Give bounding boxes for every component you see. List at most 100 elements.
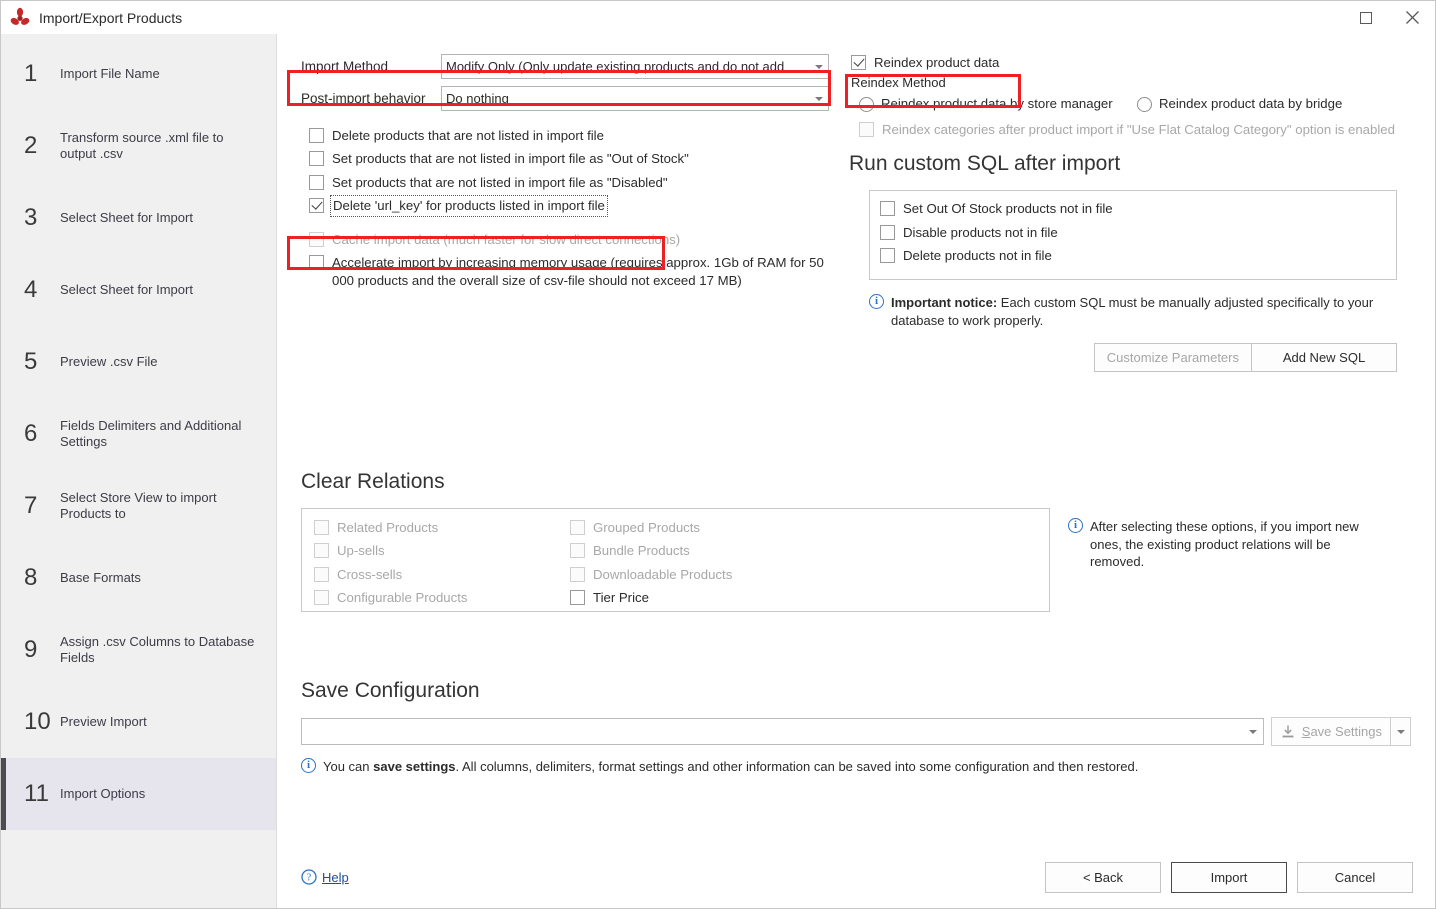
chevron-down-icon[interactable] xyxy=(1243,729,1263,734)
reindex-method-label: Reindex Method xyxy=(851,75,946,91)
save-settings-button[interactable]: Save Settings xyxy=(1270,717,1391,746)
close-button[interactable] xyxy=(1389,1,1435,34)
window-controls xyxy=(1343,1,1435,34)
import-method-label: Import Method xyxy=(301,59,389,74)
checkbox[interactable] xyxy=(880,201,895,217)
option-delete-url-key[interactable]: Delete 'url_key' for products listed in … xyxy=(309,195,846,217)
sidebar-item-select-sheet-for-import-2[interactable]: 4 Select Sheet for Import xyxy=(1,254,276,326)
checkbox xyxy=(314,520,329,535)
sidebar-item-import-file-name[interactable]: 1 Import File Name xyxy=(1,38,276,110)
sidebar-item-select-store-view[interactable]: 7 Select Store View to import Products t… xyxy=(1,470,276,542)
import-method-select[interactable]: Modify Only (Only update existing produc… xyxy=(441,54,829,79)
radio-label: Reindex product data by bridge xyxy=(1159,96,1343,112)
radio-button[interactable] xyxy=(1137,96,1152,112)
sql-option-delete-products[interactable]: Delete products not in file xyxy=(880,247,1386,264)
save-settings-dropdown-button[interactable] xyxy=(1391,717,1411,746)
clear-relations-notice: i After selecting these options, if you … xyxy=(1068,518,1388,571)
sidebar-item-select-sheet-for-import-1[interactable]: 3 Select Sheet for Import xyxy=(1,182,276,254)
custom-sql-buttons: Customize Parameters Add New SQL xyxy=(869,343,1397,373)
run-custom-sql-title: Run custom SQL after import xyxy=(849,152,1121,176)
close-icon xyxy=(1405,11,1419,24)
add-new-sql-button[interactable]: Add New SQL xyxy=(1251,343,1397,373)
title-bar: Import/Export Products xyxy=(1,1,1435,34)
save-settings-notice: i You can save settings. All columns, de… xyxy=(301,758,1411,776)
sidebar-item-base-formats[interactable]: 8 Base Formats xyxy=(1,542,276,614)
radio-reindex-by-store-manager[interactable]: Reindex product data by store manager xyxy=(859,95,1137,112)
maximize-button[interactable] xyxy=(1343,1,1389,34)
checkbox xyxy=(570,543,585,559)
option-label: Delete products not in file xyxy=(903,248,1052,264)
option-reindex-product-data[interactable]: Reindex product data xyxy=(851,54,1417,71)
radio-button[interactable] xyxy=(859,96,874,112)
checkbox[interactable] xyxy=(570,590,585,606)
custom-sql-panel: Set Out Of Stock products not in file Di… xyxy=(869,190,1397,281)
checkbox[interactable] xyxy=(309,128,324,143)
sql-option-disable-products[interactable]: Disable products not in file xyxy=(880,224,1386,241)
option-delete-products-not-listed[interactable]: Delete products that are not listed in i… xyxy=(309,127,846,144)
import-options-checkbox-group: Delete products that are not listed in i… xyxy=(309,127,846,289)
option-accelerate-import[interactable]: Accelerate import by increasing memory u… xyxy=(309,254,829,289)
option-label: Set products that are not listed in impo… xyxy=(332,174,668,190)
option-label: Set Out Of Stock products not in file xyxy=(903,201,1113,217)
relation-downloadable-products: Downloadable Products xyxy=(570,566,826,583)
step-number: 4 xyxy=(24,276,38,303)
sidebar-item-fields-delimiters[interactable]: 6 Fields Delimiters and Additional Setti… xyxy=(1,398,276,470)
checkbox xyxy=(859,121,874,137)
checkbox xyxy=(314,543,329,559)
main-content: Import Method Modify Only (Only update e… xyxy=(277,34,1435,908)
import-button[interactable]: Import xyxy=(1171,861,1287,893)
option-label: Delete 'url_key' for products listed in … xyxy=(330,195,608,217)
customize-parameters-button[interactable]: Customize Parameters xyxy=(1093,343,1252,373)
info-icon: i xyxy=(869,294,884,310)
footer-buttons: < Back Import Cancel xyxy=(1045,861,1413,893)
checkbox[interactable] xyxy=(309,151,324,167)
sidebar-item-label: Select Sheet for Import xyxy=(60,209,193,225)
option-label: Up-sells xyxy=(337,543,385,559)
step-number: 8 xyxy=(24,564,38,591)
clear-relations-section: Clear Relations Related Products Up-sell… xyxy=(301,470,1401,612)
option-set-out-of-stock[interactable]: Set products that are not listed in impo… xyxy=(309,150,846,167)
checkbox xyxy=(309,231,324,247)
checkbox xyxy=(570,520,585,535)
cancel-button[interactable]: Cancel xyxy=(1297,861,1413,893)
radio-reindex-by-bridge[interactable]: Reindex product data by bridge xyxy=(1137,95,1342,112)
back-button[interactable]: < Back xyxy=(1045,861,1161,893)
option-set-disabled[interactable]: Set products that are not listed in impo… xyxy=(309,174,846,191)
post-import-behavior-row: Post-import behavior Do nothing xyxy=(301,86,846,111)
sidebar-item-label: Base Formats xyxy=(60,569,141,585)
checkbox[interactable] xyxy=(309,255,324,271)
sidebar-item-label: Import File Name xyxy=(60,65,160,81)
info-icon: i xyxy=(1068,518,1083,533)
relation-tier-price[interactable]: Tier Price xyxy=(570,589,826,606)
help-link[interactable]: ? Help xyxy=(301,869,349,885)
step-number: 6 xyxy=(24,420,38,447)
configuration-name-combobox[interactable] xyxy=(301,718,1264,745)
option-label: Related Products xyxy=(337,520,439,535)
sidebar-item-preview-csv-file[interactable]: 5 Preview .csv File xyxy=(1,326,276,398)
notice-bold: Important notice: xyxy=(891,295,998,311)
option-label: Tier Price xyxy=(593,590,649,606)
chevron-down-icon xyxy=(1396,729,1405,734)
checkbox[interactable] xyxy=(309,174,324,190)
import-method-value: Modify Only (Only update existing produc… xyxy=(446,59,785,74)
post-import-behavior-value: Do nothing xyxy=(446,91,509,106)
relation-related-products: Related Products xyxy=(314,519,570,536)
save-configuration-title: Save Configuration xyxy=(301,679,480,702)
option-label: Cache import data (much faster for slow … xyxy=(332,231,681,247)
checkbox[interactable] xyxy=(309,198,324,214)
sidebar-item-label: Select Sheet for Import xyxy=(60,281,193,297)
wizard-steps-sidebar: 1 Import File Name 2 Transform source .x… xyxy=(1,34,277,908)
checkbox[interactable] xyxy=(880,248,895,264)
custom-sql-notice: i Important notice: Each custom SQL must… xyxy=(869,294,1409,329)
import-method-row: Import Method Modify Only (Only update e… xyxy=(301,54,846,79)
post-import-behavior-label: Post-import behavior xyxy=(301,91,426,106)
sidebar-item-preview-import[interactable]: 10 Preview Import xyxy=(1,686,276,758)
post-import-behavior-select[interactable]: Do nothing xyxy=(441,86,829,111)
checkbox[interactable] xyxy=(880,224,895,240)
sql-option-set-out-of-stock[interactable]: Set Out Of Stock products not in file xyxy=(880,200,1386,217)
sidebar-item-import-options[interactable]: 11 Import Options xyxy=(1,758,276,830)
sidebar-item-transform-source-xml[interactable]: 2 Transform source .xml file to output .… xyxy=(1,110,276,182)
checkbox[interactable] xyxy=(851,55,866,70)
checkbox xyxy=(314,566,329,582)
sidebar-item-assign-csv-columns[interactable]: 9 Assign .csv Columns to Database Fields xyxy=(1,614,276,686)
